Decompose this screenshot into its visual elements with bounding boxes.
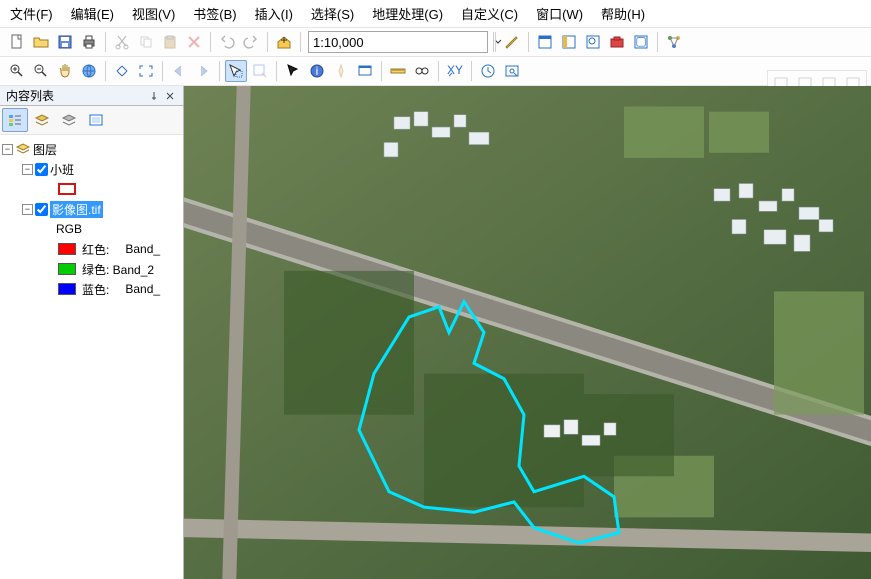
layer-label-selected: 影像图.tif: [50, 201, 103, 218]
menu-file[interactable]: 文件(F): [10, 4, 53, 23]
layer-visibility-checkbox[interactable]: [35, 203, 48, 216]
copy-button[interactable]: [135, 31, 157, 53]
toc-list-by-visibility[interactable]: [56, 108, 82, 132]
layers-icon: [15, 141, 31, 157]
menu-insert[interactable]: 插入(I): [255, 4, 293, 23]
toc-list-by-source[interactable]: [29, 108, 55, 132]
paste-button[interactable]: [159, 31, 181, 53]
next-extent-button[interactable]: [192, 60, 214, 82]
menu-bar: 文件(F) 编辑(E) 视图(V) 书签(B) 插入(I) 选择(S) 地理处理…: [0, 0, 871, 28]
polygon-symbol-swatch: [58, 183, 76, 195]
open-button[interactable]: [30, 31, 52, 53]
menu-view[interactable]: 视图(V): [132, 4, 175, 23]
menu-bookmark[interactable]: 书签(B): [193, 4, 236, 23]
band-red-label: 红色:: [82, 241, 109, 258]
fixed-zoom-out-button[interactable]: [135, 60, 157, 82]
select-elements-button[interactable]: [282, 60, 304, 82]
map-view[interactable]: [184, 86, 871, 579]
standard-toolbar: + ▢: [0, 28, 871, 57]
raster-mode-label: RGB: [56, 222, 82, 236]
scale-combo[interactable]: [308, 31, 488, 53]
goto-xy-button[interactable]: XY: [444, 60, 466, 82]
red-swatch: [58, 243, 76, 255]
add-data-button[interactable]: +: [273, 31, 295, 53]
main-area: 内容列表 − 图层: [0, 86, 871, 579]
tools-toolbar: i XY: [0, 57, 871, 86]
table-of-contents: 内容列表 − 图层: [0, 86, 184, 579]
svg-text:+: +: [280, 34, 287, 47]
python-button[interactable]: ▢: [630, 31, 652, 53]
identify-button[interactable]: i: [306, 60, 328, 82]
cut-button[interactable]: [111, 31, 133, 53]
toc-button[interactable]: [534, 31, 556, 53]
collapse-icon[interactable]: −: [22, 204, 33, 215]
menu-edit[interactable]: 编辑(E): [71, 4, 114, 23]
select-features-button[interactable]: [225, 60, 247, 82]
clear-selection-button[interactable]: [249, 60, 271, 82]
band-red-row[interactable]: 红色: Band_: [56, 239, 181, 259]
layer-label: 小班: [50, 161, 74, 178]
raster-mode-row: RGB: [56, 219, 181, 239]
layer-row-raster[interactable]: − 影像图.tif: [22, 199, 181, 219]
save-button[interactable]: [54, 31, 76, 53]
create-viewer-button[interactable]: [501, 60, 523, 82]
band-blue-value: Band_: [125, 282, 160, 296]
prev-extent-button[interactable]: [168, 60, 190, 82]
new-button[interactable]: [6, 31, 28, 53]
catalog-button[interactable]: [558, 31, 580, 53]
delete-button[interactable]: [183, 31, 205, 53]
measure-button[interactable]: [387, 60, 409, 82]
search-window-button[interactable]: [582, 31, 604, 53]
editor-toolbar-button[interactable]: [501, 31, 523, 53]
menu-select[interactable]: 选择(S): [311, 4, 354, 23]
svg-text:i: i: [316, 64, 319, 78]
collapse-icon[interactable]: −: [22, 164, 33, 175]
print-button[interactable]: [78, 31, 100, 53]
full-extent-button[interactable]: [78, 60, 100, 82]
layer-visibility-checkbox[interactable]: [35, 163, 48, 176]
arctoolbox-button[interactable]: [606, 31, 628, 53]
toc-titlebar: 内容列表: [0, 86, 183, 106]
close-icon[interactable]: [163, 89, 177, 103]
toc-list-by-drawing-order[interactable]: [2, 108, 28, 132]
layer-row-xiaoban[interactable]: − 小班: [22, 159, 181, 179]
scale-input[interactable]: [309, 35, 493, 50]
find-button[interactable]: [411, 60, 433, 82]
hyperlink-button[interactable]: [330, 60, 352, 82]
green-swatch: [58, 263, 76, 275]
zoom-out-button[interactable]: [30, 60, 52, 82]
tree-root-label: 图层: [33, 141, 57, 158]
fixed-zoom-in-button[interactable]: [111, 60, 133, 82]
symbol-row[interactable]: [56, 179, 181, 199]
blue-swatch: [58, 283, 76, 295]
menu-window[interactable]: 窗口(W): [536, 4, 583, 23]
svg-text:▢: ▢: [635, 34, 646, 48]
band-blue-row[interactable]: 蓝色: Band_: [56, 279, 181, 299]
toc-tree: − 图层 − 小班: [0, 135, 183, 579]
menu-geoprocessing[interactable]: 地理处理(G): [372, 4, 443, 23]
collapse-icon[interactable]: −: [2, 144, 13, 155]
tree-root-row[interactable]: − 图层: [2, 139, 181, 159]
band-blue-label: 蓝色:: [82, 281, 109, 298]
model-builder-button[interactable]: [663, 31, 685, 53]
band-red-value: Band_: [125, 242, 160, 256]
band-green-label: 绿色: Band_2: [82, 261, 154, 278]
toc-button-row: [0, 106, 183, 135]
toc-list-by-selection[interactable]: [83, 108, 109, 132]
band-green-row[interactable]: 绿色: Band_2: [56, 259, 181, 279]
zoom-in-button[interactable]: [6, 60, 28, 82]
html-popup-button[interactable]: [354, 60, 376, 82]
pan-button[interactable]: [54, 60, 76, 82]
time-slider-button[interactable]: [477, 60, 499, 82]
menu-help[interactable]: 帮助(H): [601, 4, 645, 23]
toc-title-label: 内容列表: [6, 87, 54, 104]
pin-icon[interactable]: [147, 89, 161, 103]
redo-button[interactable]: [240, 31, 262, 53]
undo-button[interactable]: [216, 31, 238, 53]
menu-customize[interactable]: 自定义(C): [461, 4, 518, 23]
